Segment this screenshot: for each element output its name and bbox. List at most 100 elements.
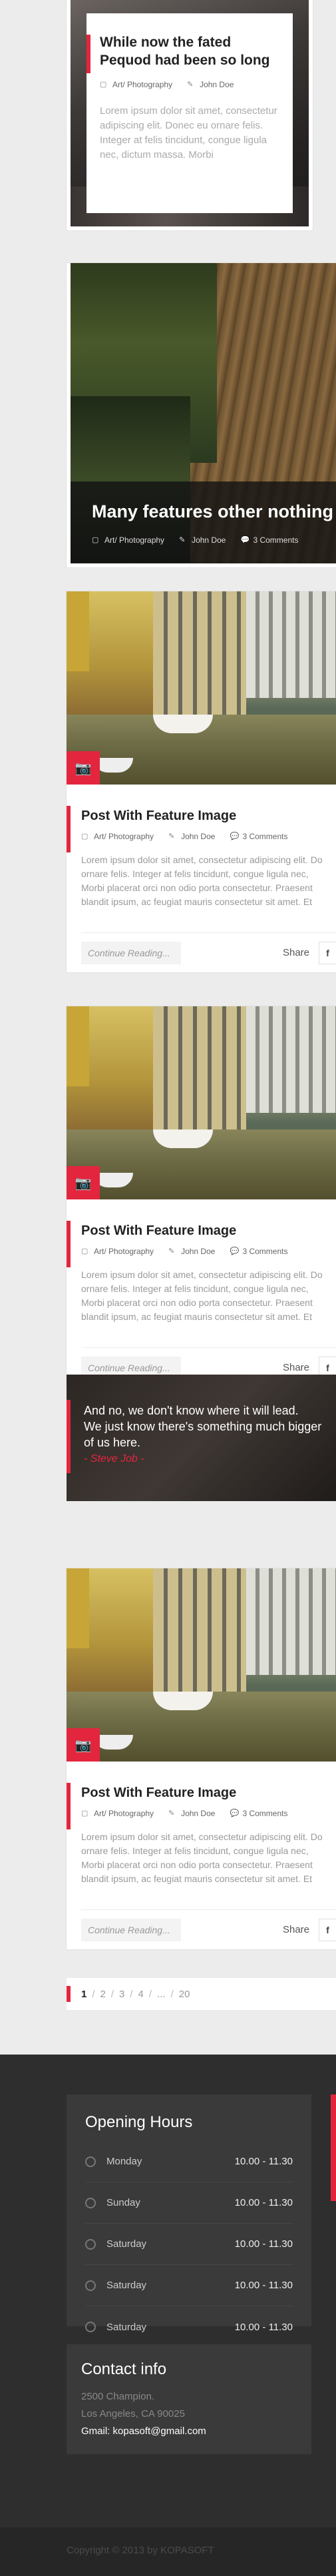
post-comments[interactable]: 3 Comments [242, 1247, 287, 1256]
hours-row: Saturday 10.00 - 11.30 [85, 2224, 293, 2265]
comments-icon: 💬 [230, 1247, 240, 1255]
post-author[interactable]: John Doe [192, 535, 226, 545]
contact-info-widget: Contact info 2500 Champion. Los Angeles,… [67, 2344, 311, 2454]
page-link-4[interactable]: 4 [138, 1989, 144, 2000]
clock-icon [85, 2156, 96, 2167]
share-label: Share [282, 1362, 309, 1373]
post-author[interactable]: John Doe [181, 1809, 215, 1818]
post-footer: Continue Reading... Share f [81, 1909, 336, 1949]
pagination: 1/ 2/ 3/ 4/ .../ 20 [67, 1978, 336, 2010]
page-link-1[interactable]: 1 [81, 1989, 86, 2000]
hours-row: Monday 10.00 - 11.30 [85, 2141, 293, 2182]
clock-icon [85, 2280, 96, 2291]
camera-icon: 📷 [67, 1728, 100, 1762]
feature-image-post: 📷 Post With Feature Image ▢ Art/ Photogra… [67, 1568, 336, 1949]
featured-post-content: While now the fated Pequod had been so l… [86, 13, 293, 213]
page-ellipsis: ... [157, 1988, 166, 2000]
feature-image-post: 📷 Post With Feature Image ▢ Art/ Photogra… [67, 1006, 336, 1387]
clock-icon [85, 2197, 96, 2208]
edit-icon: ✎ [168, 1809, 175, 1817]
comments-icon: 💬 [230, 1809, 240, 1817]
hours-time: 10.00 - 11.30 [234, 2280, 293, 2291]
continue-reading-button[interactable]: Continue Reading... [81, 1918, 181, 1941]
document-icon: ▢ [92, 536, 99, 544]
comments-icon: 💬 [230, 832, 240, 840]
post-body: Post With Feature Image ▢ Art/ Photograph… [67, 785, 336, 909]
hours-row: Saturday 10.00 - 11.30 [85, 2265, 293, 2306]
edit-icon: ✎ [168, 1247, 175, 1255]
accent-bar [67, 1400, 71, 1473]
clock-icon [85, 2322, 96, 2332]
post-title[interactable]: Post With Feature Image [81, 808, 336, 824]
feature-image-post: 📷 Post With Feature Image ▢ Art/ Photogra… [67, 591, 336, 972]
camera-icon: 📷 [67, 751, 100, 785]
contact-email[interactable]: Gmail: kopasoft@gmail.com [81, 2423, 297, 2440]
post-meta: ▢ Art/ Photography ✎ John Doe 💬 3 Comments [81, 832, 336, 841]
post-category[interactable]: Art/ Photography [112, 80, 172, 89]
hours-row: Sunday 10.00 - 11.30 [85, 2182, 293, 2224]
post-category[interactable]: Art/ Photography [94, 1247, 154, 1256]
camera-icon: 📷 [67, 1166, 100, 1199]
post-author[interactable]: John Doe [200, 80, 234, 89]
copyright-text: Copyright © 2013 by KOPASOFT [67, 2545, 214, 2556]
hours-time: 10.00 - 11.30 [234, 2197, 293, 2208]
clock-icon [85, 2238, 96, 2250]
share-label: Share [282, 947, 309, 958]
post-title[interactable]: Post With Feature Image [81, 1785, 336, 1801]
post-comments[interactable]: 3 Comments [242, 1809, 287, 1818]
contact-address-line: 2500 Champion. [81, 2391, 155, 2402]
contact-city-line: Los Angeles, CA 90025 [81, 2408, 185, 2419]
share-label: Share [282, 1924, 309, 1935]
copyright-bar: Copyright © 2013 by KOPASOFT [0, 2527, 336, 2576]
overlay-caption: Many features other nothing ▢ Art/ Photog… [71, 482, 336, 563]
facebook-icon[interactable]: f [319, 1918, 336, 1941]
document-icon: ▢ [81, 1247, 88, 1255]
post-photo[interactable] [67, 591, 336, 785]
accent-bar [67, 806, 71, 852]
post-author[interactable]: John Doe [181, 832, 215, 841]
overlay-post-card[interactable]: Many features other nothing ▢ Art/ Photog… [67, 263, 336, 567]
hours-time: 10.00 - 11.30 [234, 2321, 293, 2333]
widget-title: Contact info [81, 2360, 167, 2378]
post-meta: ▢ Art/ Photography ✎ John Doe 💬 3 Comments [81, 1247, 336, 1256]
hours-day: Saturday [106, 2280, 147, 2291]
accent-edge [331, 2094, 336, 2201]
edit-icon: ✎ [187, 81, 194, 89]
edit-icon: ✎ [168, 832, 175, 840]
accent-bar [67, 1986, 71, 2002]
post-body: Post With Feature Image ▢ Art/ Photograph… [67, 1199, 336, 1324]
post-excerpt: Lorem ipsum dolor sit amet, consectetur … [81, 1269, 323, 1322]
hours-day: Saturday [106, 2238, 147, 2250]
page-link-2[interactable]: 2 [100, 1989, 106, 2000]
post-footer: Continue Reading... Share f [81, 932, 336, 972]
post-photo[interactable] [67, 1006, 336, 1199]
post-title[interactable]: Post With Feature Image [81, 1223, 336, 1239]
site-footer: Opening Hours Monday 10.00 - 11.30 Sunday… [0, 2055, 336, 2527]
post-title[interactable]: Many features other nothing [92, 501, 336, 522]
post-excerpt: Lorem ipsum dolor sit amet, consectetur … [100, 105, 277, 161]
post-category[interactable]: Art/ Photography [94, 1809, 154, 1818]
quote-post: And no, we don't know where it will lead… [67, 1375, 336, 1501]
post-author[interactable]: John Doe [181, 1247, 215, 1256]
facebook-icon[interactable]: f [319, 941, 336, 964]
post-title[interactable]: While now the fated Pequod had been so l… [100, 33, 278, 69]
quote-author[interactable]: - Steve Job - [84, 1453, 336, 1465]
featured-post-card[interactable]: While now the fated Pequod had been so l… [67, 0, 313, 230]
post-comments[interactable]: 3 Comments [242, 832, 287, 841]
document-icon: ▢ [81, 832, 88, 840]
accent-bar [67, 1221, 71, 1267]
hours-time: 10.00 - 11.30 [234, 2156, 293, 2167]
quote-text: And no, we don't know where it will lead… [84, 1404, 322, 1449]
hours-day: Sunday [106, 2197, 140, 2208]
continue-reading-button[interactable]: Continue Reading... [81, 941, 181, 964]
post-photo[interactable] [67, 1568, 336, 1762]
post-category[interactable]: Art/ Photography [104, 535, 164, 545]
post-category[interactable]: Art/ Photography [94, 832, 154, 841]
post-comments[interactable]: 3 Comments [253, 535, 298, 545]
post-meta: ▢ Art/ Photography ✎ John Doe 💬 3 Comments [81, 1809, 336, 1818]
widget-title: Opening Hours [85, 2113, 193, 2131]
post-meta: ▢ Art/ Photography ✎ John Doe 💬 3 Comments [92, 535, 336, 545]
hours-time: 10.00 - 11.30 [234, 2238, 293, 2250]
page-link-3[interactable]: 3 [119, 1989, 124, 2000]
page-link-20[interactable]: 20 [179, 1989, 190, 2000]
